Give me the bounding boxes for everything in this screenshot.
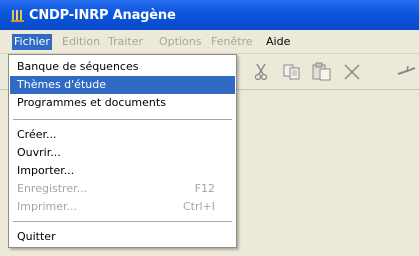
- cut-icon[interactable]: [250, 62, 272, 82]
- menu-separator: [13, 221, 232, 222]
- title-bar: CNDP-INRP Anagène: [0, 0, 419, 30]
- menu-item-enregistrer[interactable]: Enregistrer... F12: [10, 180, 235, 198]
- menu-fenetre[interactable]: Fenêtre: [211, 34, 253, 50]
- menu-bar: Fichier Edition Traiter Options Fenêtre …: [0, 30, 419, 54]
- menu-item-label: Banque de séquences: [17, 60, 139, 73]
- menu-aide[interactable]: Aide: [266, 34, 290, 50]
- menu-item-importer[interactable]: Importer...: [10, 162, 235, 180]
- menu-item-shortcut: F12: [194, 182, 215, 195]
- menu-separator: [13, 119, 232, 120]
- menu-item-themes-d-etude[interactable]: Thèmes d'étude: [10, 76, 235, 94]
- menu-item-label: Quitter: [17, 230, 56, 243]
- menu-fichier[interactable]: Fichier: [12, 34, 52, 50]
- menu-item-shortcut: Ctrl+I: [182, 200, 215, 213]
- menu-item-creer[interactable]: Créer...: [10, 126, 235, 144]
- menu-item-ouvrir[interactable]: Ouvrir...: [10, 144, 235, 162]
- menu-traiter[interactable]: Traiter: [108, 34, 143, 50]
- menu-item-label: Imprimer...: [17, 200, 78, 213]
- delete-icon[interactable]: [341, 62, 363, 82]
- menu-item-label: Enregistrer...: [17, 182, 88, 195]
- copy-icon[interactable]: [281, 62, 303, 82]
- paste-icon[interactable]: [311, 62, 333, 82]
- menu-item-label: Importer...: [17, 164, 75, 177]
- menu-item-programmes-et-documents[interactable]: Programmes et documents: [10, 94, 235, 112]
- app-icon: [11, 10, 24, 22]
- menu-item-imprimer[interactable]: Imprimer... Ctrl+I: [10, 198, 235, 216]
- menu-item-quitter[interactable]: Quitter: [10, 228, 235, 246]
- menu-item-banque-de-sequences[interactable]: Banque de séquences: [10, 58, 235, 76]
- tool-icon[interactable]: [395, 62, 417, 82]
- menu-item-label: Thèmes d'étude: [17, 78, 106, 91]
- menu-options[interactable]: Options: [159, 34, 201, 50]
- menu-edition[interactable]: Edition: [62, 34, 100, 50]
- window-title: CNDP-INRP Anagène: [29, 8, 176, 23]
- file-menu-dropdown: Banque de séquences Thèmes d'étude Progr…: [8, 54, 237, 248]
- menu-item-label: Programmes et documents: [17, 96, 166, 109]
- menu-item-label: Créer...: [17, 128, 57, 141]
- menu-item-label: Ouvrir...: [17, 146, 61, 159]
